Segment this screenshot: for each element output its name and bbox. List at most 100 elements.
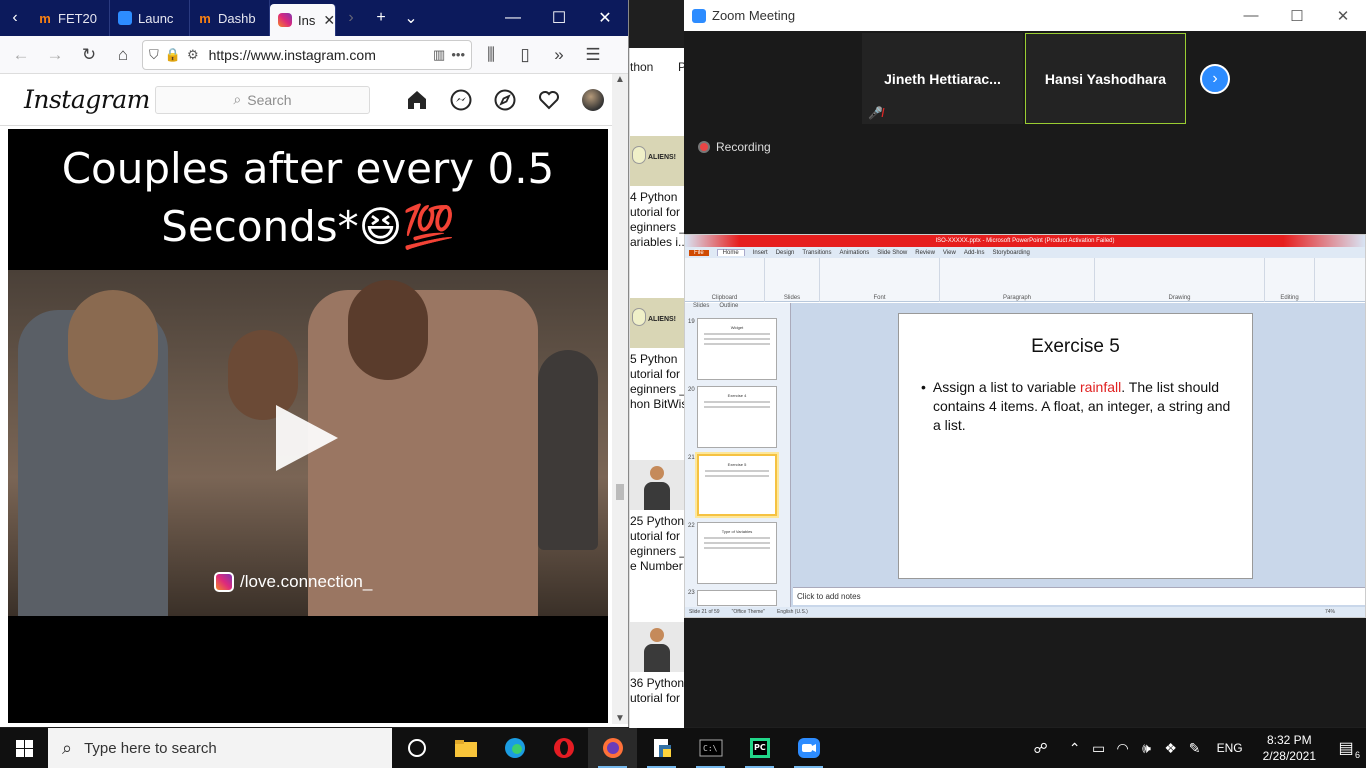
ribbon-group-editing[interactable]: Editing — [1265, 258, 1315, 302]
tab-fet[interactable]: m FET20 — [30, 0, 110, 36]
explore-icon[interactable] — [494, 89, 516, 111]
recording-indicator[interactable]: Recording — [698, 140, 771, 154]
minimize-icon[interactable]: — — [490, 0, 536, 36]
tab-insert[interactable]: Insert — [753, 250, 768, 256]
new-tab-icon[interactable]: + — [366, 0, 396, 36]
video-title[interactable]: 5 Python utorial for eginners _ hon BitW… — [630, 348, 684, 412]
permissions-icon[interactable]: ⚙ — [187, 47, 199, 63]
slide-thumbnail[interactable]: Type of Variables — [697, 522, 777, 584]
breadcrumb[interactable]: thon — [630, 60, 653, 74]
pane-tab-slides[interactable]: Slides — [693, 303, 709, 313]
video-item[interactable]: 25 Python utorial for eginners _ e Numbe… — [630, 460, 684, 574]
pen-workspace-icon[interactable]: ✎ — [1183, 740, 1207, 757]
pane-tab-outline[interactable]: Outline — [719, 303, 738, 313]
barcode-icon[interactable]: ▥ — [433, 47, 445, 63]
maximize-icon[interactable]: ☐ — [1274, 7, 1320, 25]
tab-slideshow[interactable]: Slide Show — [877, 250, 907, 256]
home-icon[interactable] — [406, 89, 428, 111]
forward-icon[interactable]: → — [40, 40, 70, 70]
notifications-icon[interactable]: ▤ 6 — [1326, 738, 1366, 760]
library-icon[interactable]: ⫼ — [476, 40, 506, 70]
home-icon[interactable]: ⌂ — [108, 40, 138, 70]
ribbon-group-paragraph[interactable]: Paragraph — [940, 258, 1095, 302]
search-input[interactable]: ⌕ Search — [155, 85, 370, 114]
back-icon[interactable]: ← — [6, 40, 36, 70]
post-video[interactable]: /love.connection_ — [8, 270, 608, 616]
slide-title[interactable]: Exercise 5 — [899, 336, 1252, 358]
edge-icon[interactable] — [490, 728, 539, 768]
slide-thumbnail-selected[interactable]: Exercise 5 — [697, 454, 777, 516]
video-thumbnail[interactable] — [630, 622, 684, 672]
video-title[interactable]: 25 Python utorial for eginners _ e Numbe… — [630, 510, 684, 574]
video-title[interactable]: 36 Python utorial for — [630, 672, 684, 706]
tab-addins[interactable]: Add-Ins — [964, 250, 985, 256]
python-idle-icon[interactable] — [637, 728, 686, 768]
people-icon[interactable]: ☍ — [1029, 740, 1053, 757]
firefox-icon[interactable] — [588, 728, 637, 768]
ribbon-group-clipboard[interactable]: Clipboard — [685, 258, 765, 302]
close-window-icon[interactable]: ✕ — [1320, 7, 1366, 25]
lock-icon[interactable]: 🔒 — [165, 47, 181, 63]
maximize-icon[interactable]: ☐ — [536, 0, 582, 36]
start-button[interactable] — [0, 728, 48, 768]
taskbar-search[interactable]: ⌕ Type here to search — [48, 728, 392, 768]
video-thumbnail[interactable]: ALIENS! — [630, 298, 684, 348]
opera-icon[interactable] — [539, 728, 588, 768]
volume-icon[interactable]: 🕪 — [1135, 740, 1159, 757]
reload-icon[interactable]: ↻ — [74, 40, 104, 70]
dropbox-icon[interactable]: ❖ — [1159, 740, 1183, 757]
address-bar[interactable]: ⛉ 🔒 ⚙ https://www.instagram.com ▥ ••• — [142, 39, 472, 70]
shield-icon[interactable]: ⛉ — [149, 47, 159, 63]
play-icon[interactable] — [276, 405, 338, 471]
slide-thumbnail[interactable]: Exercise 4 — [697, 386, 777, 448]
tab-file[interactable]: File — [689, 249, 709, 256]
video-item[interactable]: ALIENS! 4 Python utorial for eginners _ … — [630, 136, 684, 250]
close-tab-icon[interactable]: ✕ — [323, 12, 335, 29]
url-text[interactable]: https://www.instagram.com — [205, 47, 427, 63]
file-explorer-icon[interactable] — [441, 728, 490, 768]
video-thumbnail[interactable]: ALIENS! — [630, 136, 684, 186]
tab-dashboard[interactable]: m Dashb — [190, 0, 270, 36]
notes-pane[interactable]: Click to add notes — [793, 587, 1365, 605]
zoom-app-icon[interactable] — [784, 728, 833, 768]
wifi-icon[interactable]: ◠ — [1111, 740, 1135, 757]
zoom-level[interactable]: 74% — [1325, 609, 1335, 615]
active-speaker-tile[interactable]: Hansi Yashodhara — [1025, 33, 1186, 124]
show-hidden-icons-icon[interactable]: ⌃ — [1063, 740, 1087, 757]
tab-transitions[interactable]: Transitions — [802, 250, 831, 256]
tab-launch[interactable]: Launc — [110, 0, 190, 36]
command-prompt-icon[interactable]: C:\ — [686, 728, 735, 768]
video-thumbnail[interactable] — [630, 460, 684, 510]
scroll-down-icon[interactable]: ▼ — [612, 713, 628, 724]
page-scrollbar[interactable]: ▲ ▼ — [612, 74, 628, 724]
video-item[interactable]: ALIENS! 5 Python utorial for eginners _ … — [630, 298, 684, 412]
video-title[interactable]: 4 Python utorial for eginners _ ariables… — [630, 186, 684, 250]
scrollbar-thumb[interactable] — [616, 484, 624, 500]
input-language[interactable]: ENG — [1207, 741, 1253, 755]
ribbon-group-slides[interactable]: Slides — [765, 258, 820, 302]
sidebar-icon[interactable]: ▯ — [510, 40, 540, 70]
instagram-logo[interactable]: Instagram — [24, 85, 155, 114]
scroll-tabs-left-icon[interactable]: ‹ — [0, 0, 30, 36]
tab-review[interactable]: Review — [915, 250, 935, 256]
participant-tile[interactable]: Jineth Hettiarac... 🎤̸ — [862, 33, 1023, 124]
tab-instagram[interactable]: Ins ✕ — [270, 4, 336, 36]
minimize-icon[interactable]: — — [1228, 7, 1274, 25]
close-window-icon[interactable]: ✕ — [582, 0, 628, 36]
page-actions-icon[interactable]: ••• — [451, 47, 465, 62]
list-tabs-icon[interactable]: ⌄ — [396, 0, 426, 36]
heart-icon[interactable] — [538, 89, 560, 111]
tab-home[interactable]: Home — [716, 249, 745, 256]
scroll-up-icon[interactable]: ▲ — [612, 74, 628, 85]
video-item[interactable]: 36 Python utorial for — [630, 622, 684, 706]
scroll-tabs-right-icon[interactable]: › — [336, 0, 366, 36]
tab-view[interactable]: View — [943, 250, 956, 256]
cortana-icon[interactable] — [392, 728, 441, 768]
menu-icon[interactable]: ☰ — [578, 40, 608, 70]
current-slide[interactable]: Exercise 5 • Assign a list to variable r… — [898, 313, 1253, 579]
slide-thumbnail[interactable] — [697, 590, 777, 606]
profile-avatar[interactable] — [582, 88, 604, 111]
tab-design[interactable]: Design — [776, 250, 795, 256]
pycharm-icon[interactable]: PC — [735, 728, 784, 768]
tab-storyboarding[interactable]: Storyboarding — [993, 250, 1030, 256]
